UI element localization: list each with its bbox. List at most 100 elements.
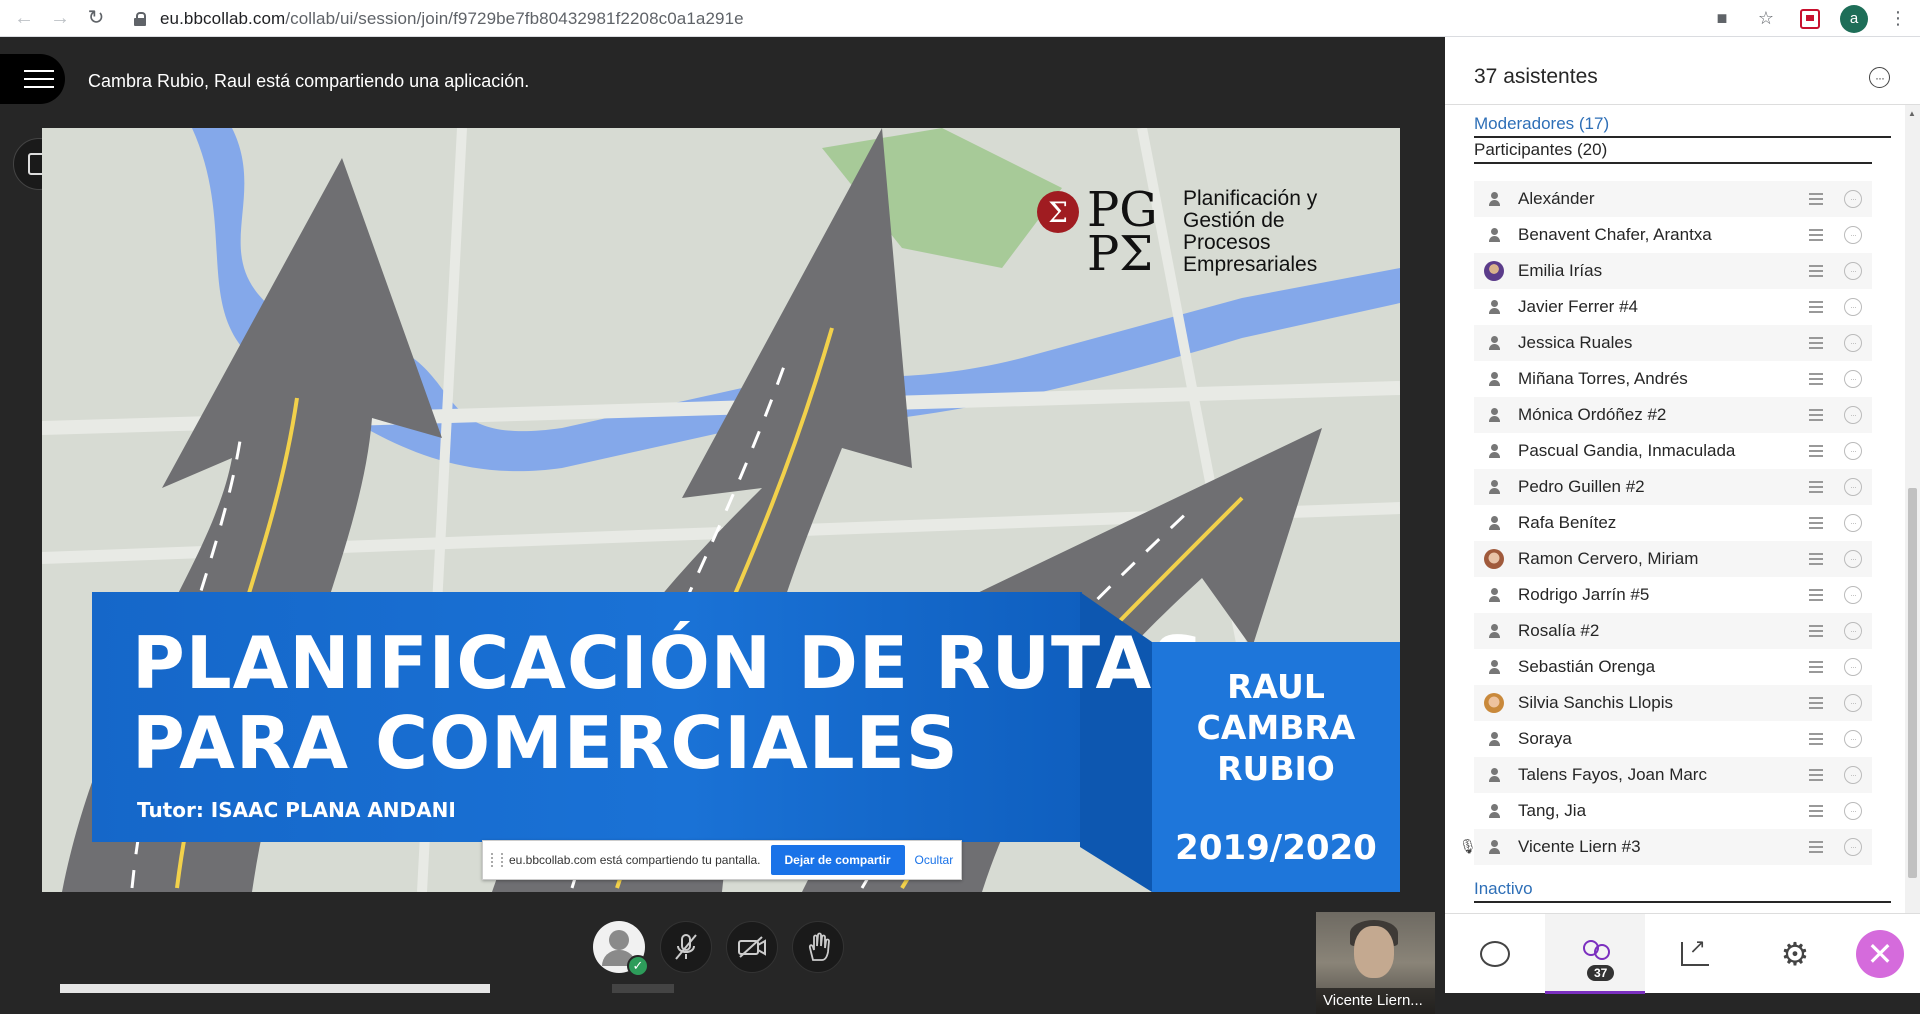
participant-more-icon[interactable]: ··· [1844,370,1862,388]
scroll-up-icon[interactable]: ▲ [1908,109,1916,118]
participant-row[interactable]: Pedro Guillen #2 ··· [1474,469,1872,505]
list-icon[interactable] [1809,553,1823,565]
participant-more-icon[interactable]: ··· [1844,694,1862,712]
taskbar-strip [60,984,490,993]
list-icon[interactable] [1809,409,1823,421]
list-icon[interactable] [1809,229,1823,241]
my-status-button[interactable]: ✓ [593,921,649,977]
kebab-menu-icon[interactable]: ⋮ [1886,7,1910,31]
participant-row[interactable]: Rodrigo Jarrín #5 ··· [1474,577,1872,613]
list-icon[interactable] [1809,697,1823,709]
participant-row[interactable]: Emilia Irías ··· [1474,253,1872,289]
participant-row[interactable]: Mónica Ordóñez #2 ··· [1474,397,1872,433]
inactive-section[interactable]: Inactivo [1474,879,1891,903]
participant-more-icon[interactable]: ··· [1844,406,1862,424]
participant-row[interactable]: Sebastián Orenga ··· [1474,649,1872,685]
address-bar[interactable]: eu.bbcollab.com/collab/ui/session/join/f… [134,4,744,33]
list-icon[interactable] [1809,841,1823,853]
participant-avatar [1484,621,1504,641]
list-icon[interactable] [1809,805,1823,817]
participant-row[interactable]: Alexánder ··· [1474,181,1872,217]
chat-button[interactable] [1445,914,1545,994]
participant-more-icon[interactable]: ··· [1844,730,1862,748]
participant-row[interactable]: Silvia Sanchis Llopis ··· [1474,685,1872,721]
extension-icon[interactable] [1798,7,1822,31]
list-icon[interactable] [1809,193,1823,205]
hide-link[interactable]: Ocultar [915,853,954,867]
forward-arrow-icon[interactable]: → [48,6,72,30]
list-icon[interactable] [1809,445,1823,457]
participant-row[interactable]: 🎙 Vicente Liern #3 ··· [1459,829,1872,865]
participant-name: Rafa Benítez [1518,513,1617,532]
participants-section[interactable]: Participantes (20) [1474,140,1872,164]
panel-scrollbar[interactable]: ▲ ▼ [1905,105,1920,953]
participant-row[interactable]: Tang, Jia ··· [1474,793,1872,829]
participant-row[interactable]: Talens Fayos, Joan Marc ··· [1474,757,1872,793]
drag-handle-icon[interactable] [491,853,503,867]
participant-more-icon[interactable]: ··· [1844,514,1862,532]
list-icon[interactable] [1809,373,1823,385]
participant-row[interactable]: Soraya ··· [1474,721,1872,757]
participant-more-icon[interactable]: ··· [1844,442,1862,460]
scroll-thumb[interactable] [1908,488,1917,878]
settings-button[interactable]: ⚙ [1745,914,1845,994]
participant-more-icon[interactable]: ··· [1844,586,1862,604]
hand-icon [808,932,830,961]
participant-name: Mónica Ordóñez #2 [1518,405,1667,424]
camera-blocked-icon[interactable]: ■ [1710,7,1734,31]
participant-more-icon[interactable]: ··· [1844,478,1862,496]
participant-video[interactable]: Vicente Liern... [1316,912,1435,1014]
moderators-section[interactable]: Moderadores (17) [1474,114,1891,138]
list-icon[interactable] [1809,733,1823,745]
list-icon[interactable] [1809,301,1823,313]
participant-more-icon[interactable]: ··· [1844,766,1862,784]
list-icon[interactable] [1809,517,1823,529]
participant-avatar [1484,513,1504,533]
attendees-button[interactable]: 37 [1545,914,1645,994]
microphone-button[interactable] [660,921,712,973]
participant-row[interactable]: Miñana Torres, Andrés ··· [1474,361,1872,397]
participant-row[interactable]: Javier Ferrer #4 ··· [1474,289,1872,325]
participant-row[interactable]: Benavent Chafer, Arantxa ··· [1474,217,1872,253]
participant-more-icon[interactable]: ··· [1844,262,1862,280]
participant-more-icon[interactable]: ··· [1844,550,1862,568]
bookmark-star-icon[interactable]: ☆ [1754,7,1778,31]
stop-sharing-button[interactable]: Dejar de compartir [770,845,905,875]
participant-row[interactable]: Pascual Gandia, Inmaculada ··· [1474,433,1872,469]
profile-avatar[interactable]: a [1840,4,1868,33]
list-icon[interactable] [1809,337,1823,349]
participant-more-icon[interactable]: ··· [1844,298,1862,316]
list-icon[interactable] [1809,589,1823,601]
participant-row[interactable]: Rafa Benítez ··· [1474,505,1872,541]
session-menu-button[interactable] [0,54,65,104]
back-arrow-icon[interactable]: ← [12,6,36,30]
participant-more-icon[interactable]: ··· [1844,622,1862,640]
list-icon[interactable] [1809,769,1823,781]
participant-name: Silvia Sanchis Llopis [1518,693,1673,712]
participant-more-icon[interactable]: ··· [1844,190,1862,208]
participant-more-icon[interactable]: ··· [1844,658,1862,676]
participant-avatar [1484,333,1504,353]
participant-row[interactable]: Rosalía #2 ··· [1474,613,1872,649]
share-content-button[interactable] [1645,914,1745,994]
pgpe-logo: Σ PG PΣ Planificación y Gestión de Proce… [1037,186,1317,278]
raise-hand-button[interactable] [792,921,844,973]
more-options-icon[interactable]: ··· [1869,67,1890,88]
participant-row[interactable]: Jessica Ruales ··· [1474,325,1872,361]
participant-more-icon[interactable]: ··· [1844,226,1862,244]
list-icon[interactable] [1809,265,1823,277]
gear-icon: ⚙ [1780,936,1810,972]
participant-more-icon[interactable]: ··· [1844,838,1862,856]
slide-year: 2019/2020 [1175,828,1377,868]
close-panel-button[interactable]: ✕ [1856,930,1904,978]
camera-button[interactable] [726,921,778,973]
list-icon[interactable] [1809,661,1823,673]
reload-icon[interactable]: ↻ [84,6,108,30]
participant-more-icon[interactable]: ··· [1844,802,1862,820]
avatar-head [609,930,629,950]
participant-more-icon[interactable]: ··· [1844,334,1862,352]
participant-row[interactable]: Ramon Cervero, Miriam ··· [1474,541,1872,577]
slide-author: RAUL CAMBRA RUBIO [1196,667,1356,788]
list-icon[interactable] [1809,625,1823,637]
list-icon[interactable] [1809,481,1823,493]
